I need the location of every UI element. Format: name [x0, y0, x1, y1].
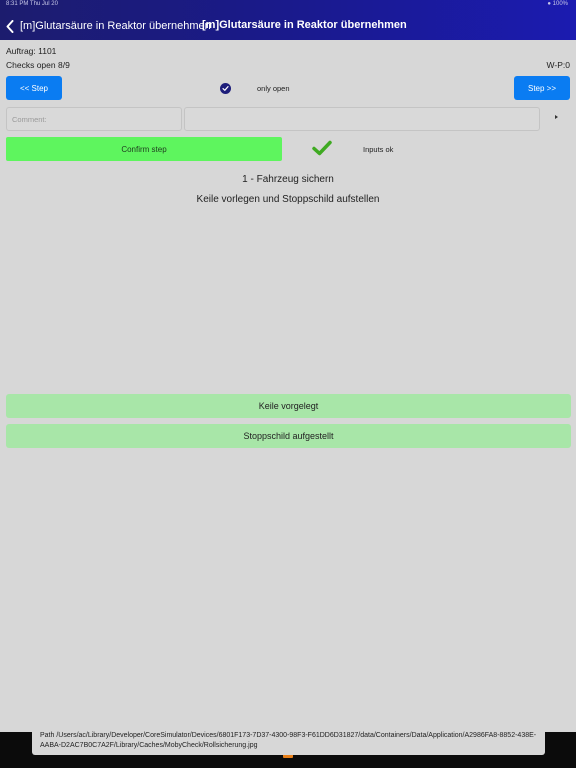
auftrag-label: Auftrag: 1101: [6, 46, 57, 56]
checks-open-label: Checks open 8/9: [6, 60, 70, 70]
wp-label: W-P:0: [546, 60, 570, 70]
checkmark-icon: [222, 86, 229, 91]
chevron-left-icon: [6, 19, 14, 33]
status-battery: ● 100%: [547, 1, 568, 7]
status-time: 8:31 PM Thu Jul 20: [6, 1, 58, 7]
answer-button[interactable]: Keile vorgelegt: [6, 394, 571, 418]
answer-button[interactable]: Stoppschild aufgestellt: [6, 424, 571, 448]
green-checkmark-icon: [312, 140, 332, 156]
back-button-label: [m]Glutarsäure in Reaktor übernehmen: [20, 20, 211, 32]
next-step-button[interactable]: Step >>: [514, 76, 570, 100]
inputs-ok-label: Inputs ok: [363, 145, 394, 154]
prev-step-button[interactable]: << Step: [6, 76, 62, 100]
only-open-label: only open: [257, 84, 290, 93]
confirm-step-button[interactable]: Confirm step: [6, 137, 282, 161]
step-subtitle: Keile vorlegen und Stoppschild aufstelle…: [196, 194, 380, 205]
navigation-bar: 8:31 PM Thu Jul 20 ● 100% [m]Glutarsäure…: [0, 0, 576, 40]
page-title: [m]Glutarsäure in Reaktor übernehmen: [202, 19, 407, 31]
comment-value-field[interactable]: [184, 107, 540, 131]
step-title: 1 - Fahrzeug sichern: [242, 174, 334, 185]
only-open-checkbox[interactable]: [220, 83, 231, 94]
back-button[interactable]: [m]Glutarsäure in Reaktor übernehmen: [6, 17, 211, 35]
triangle-right-icon[interactable]: [555, 115, 558, 119]
image-path-tooltip: Path /Users/ac/Library/Developer/CoreSim…: [32, 728, 545, 755]
comment-input[interactable]: [6, 107, 182, 131]
